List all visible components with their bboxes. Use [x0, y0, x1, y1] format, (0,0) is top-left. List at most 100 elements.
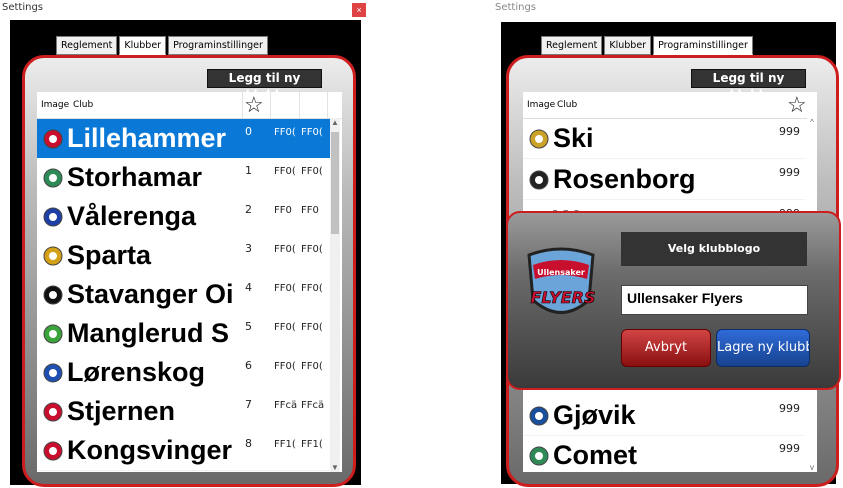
- tab-reglement[interactable]: Reglement: [541, 36, 603, 55]
- sparta-logo-icon: [43, 246, 63, 266]
- scroll-up-arrow[interactable]: ^: [807, 118, 817, 127]
- club-color-1: FF0(: [274, 166, 296, 177]
- club-number: 6: [245, 359, 252, 372]
- club-number: 5: [245, 320, 252, 333]
- club-number: 2: [245, 203, 252, 216]
- club-name: Stjernen: [67, 396, 176, 426]
- tab-klubber[interactable]: Klubber: [604, 36, 652, 55]
- club-color-1: FFcä: [274, 400, 298, 411]
- lorenskog-logo-icon: [43, 363, 63, 383]
- scroll-up-arrow[interactable]: ▲: [330, 118, 340, 127]
- ullensaker-flyers-logo: Ullensaker FLYERS: [527, 247, 596, 314]
- scroll-down-arrow[interactable]: ▼: [330, 463, 340, 472]
- club-row[interactable]: Comet 999: [523, 436, 805, 472]
- club-number: 4: [245, 281, 252, 294]
- club-number: 0: [245, 125, 252, 138]
- column-image[interactable]: Image: [527, 100, 555, 110]
- club-name: Lillehammer: [67, 123, 227, 153]
- manglerud-logo-icon: [43, 324, 63, 344]
- club-name: Vålerenga: [67, 201, 197, 231]
- club-color-1: FF0(: [274, 244, 296, 255]
- rosenborg-logo-icon: [529, 170, 549, 190]
- grid-header: Image Club ☆: [37, 92, 342, 119]
- club-name: Sparta: [67, 240, 152, 270]
- club-color-1: FF0(: [274, 283, 296, 294]
- club-name: Stavanger Oi: [67, 279, 234, 309]
- club-row[interactable]: Sparta 3 FF0(FF0(: [37, 236, 330, 276]
- club-name: Ski: [553, 123, 594, 153]
- settings-window-left: Settings × Reglement Klubber Programinst…: [0, 0, 372, 488]
- club-color-2: FFcä: [301, 400, 325, 411]
- header-separator: [299, 92, 300, 118]
- tab-bar: Reglement Klubber Programinstillinger: [541, 36, 753, 55]
- cancel-button[interactable]: Avbryt: [621, 329, 711, 367]
- settings-window-right: Settings Reglement Klubber Programinstil…: [493, 0, 843, 488]
- club-number: 8: [245, 437, 252, 450]
- club-row[interactable]: Stjernen 7 FFcä FFcä: [37, 392, 330, 432]
- club-color-2: FF1(: [301, 439, 323, 450]
- window-title: Settings: [495, 2, 537, 13]
- valerenga-logo-icon: [43, 207, 63, 227]
- club-color-1: FF0(: [274, 127, 296, 138]
- ski-logo-icon: [529, 129, 549, 149]
- club-number: 3: [245, 242, 252, 255]
- club-row[interactable]: Kongsvinger 8 FF1(FF1(: [37, 431, 330, 471]
- add-club-button[interactable]: Legg til ny klubb: [691, 69, 806, 102]
- tab-reglement[interactable]: Reglement: [56, 36, 118, 55]
- club-row[interactable]: Lørenskog 6 FF0( FF0(: [37, 353, 330, 393]
- club-row[interactable]: Stavanger Oi 4 FF0( FF0(: [37, 275, 330, 315]
- gjovik-logo-icon: [529, 406, 549, 426]
- club-number: 999: [779, 442, 800, 455]
- column-club[interactable]: Club: [557, 100, 577, 110]
- close-button[interactable]: ×: [352, 3, 366, 17]
- club-color-2: FF0: [301, 205, 319, 216]
- club-row[interactable]: Rosenborg 999: [523, 160, 805, 200]
- tab-programinstillinger[interactable]: Programinstillinger: [653, 36, 753, 55]
- lillehammer-logo-icon: [43, 129, 63, 149]
- club-row[interactable]: Ski 999: [523, 119, 805, 159]
- clubs-panel: Legg til ny klubb Image Club ☆ Lillehamm…: [22, 55, 356, 487]
- club-row[interactable]: Gjøvik 999: [523, 396, 805, 436]
- header-separator: [270, 92, 271, 118]
- vertical-scrollbar[interactable]: ▲ ▼: [330, 118, 340, 472]
- stavanger-oilers-logo-icon: [43, 285, 63, 305]
- club-color-2: FF0(: [301, 166, 323, 177]
- club-color-2: FF0(: [301, 283, 323, 294]
- scrollbar-thumb[interactable]: [331, 132, 339, 234]
- club-color-2: FF0(: [301, 322, 323, 333]
- club-color-1: FF1(: [274, 439, 296, 450]
- club-color-2: FF0(: [301, 361, 323, 372]
- stjernen-logo-icon: [43, 402, 63, 422]
- club-name: Gjøvik: [553, 400, 636, 430]
- club-row[interactable]: Storhamar 1 FF0(FF0(: [37, 158, 330, 198]
- tab-klubber[interactable]: Klubber: [119, 36, 167, 55]
- column-image[interactable]: Image: [41, 100, 69, 110]
- window-title: Settings: [2, 2, 44, 13]
- club-color-1: FF0: [274, 205, 292, 216]
- club-name-input[interactable]: Ullensaker Flyers: [621, 285, 808, 315]
- grid-header: Image Club ☆: [523, 92, 817, 119]
- add-club-button[interactable]: Legg til ny klubb: [207, 69, 322, 102]
- club-color-1: FF0(: [274, 322, 296, 333]
- storhamar-logo-icon: [43, 168, 63, 188]
- club-name: Lørenskog: [67, 357, 206, 387]
- star-column-icon[interactable]: ☆: [244, 93, 264, 117]
- header-separator: [327, 92, 328, 118]
- star-column-icon[interactable]: ☆: [787, 93, 807, 117]
- club-row[interactable]: Lillehammer 0 FF0(FF0(: [37, 119, 330, 159]
- club-number: 999: [779, 402, 800, 415]
- club-name: Comet: [553, 440, 638, 470]
- club-row[interactable]: Vålerenga 2 FF0 FF0: [37, 197, 330, 237]
- club-color-1: FF0(: [274, 361, 296, 372]
- club-row[interactable]: Manglerud S 5 FF0( FF0(: [37, 314, 330, 354]
- scroll-down-arrow[interactable]: v: [807, 463, 817, 472]
- tab-programinstillinger[interactable]: Programinstillinger: [168, 36, 268, 55]
- club-number: 999: [779, 166, 800, 179]
- save-new-club-button[interactable]: Lagre ny klubb: [716, 329, 810, 367]
- new-club-dialog: Ullensaker FLYERS Velg klubblogo Ullensa…: [506, 211, 841, 390]
- choose-logo-button[interactable]: Velg klubblogo: [621, 232, 807, 266]
- column-club[interactable]: Club: [73, 100, 93, 110]
- club-number: 7: [245, 398, 252, 411]
- comet-logo-icon: [529, 446, 549, 466]
- club-name: Manglerud S: [67, 318, 230, 348]
